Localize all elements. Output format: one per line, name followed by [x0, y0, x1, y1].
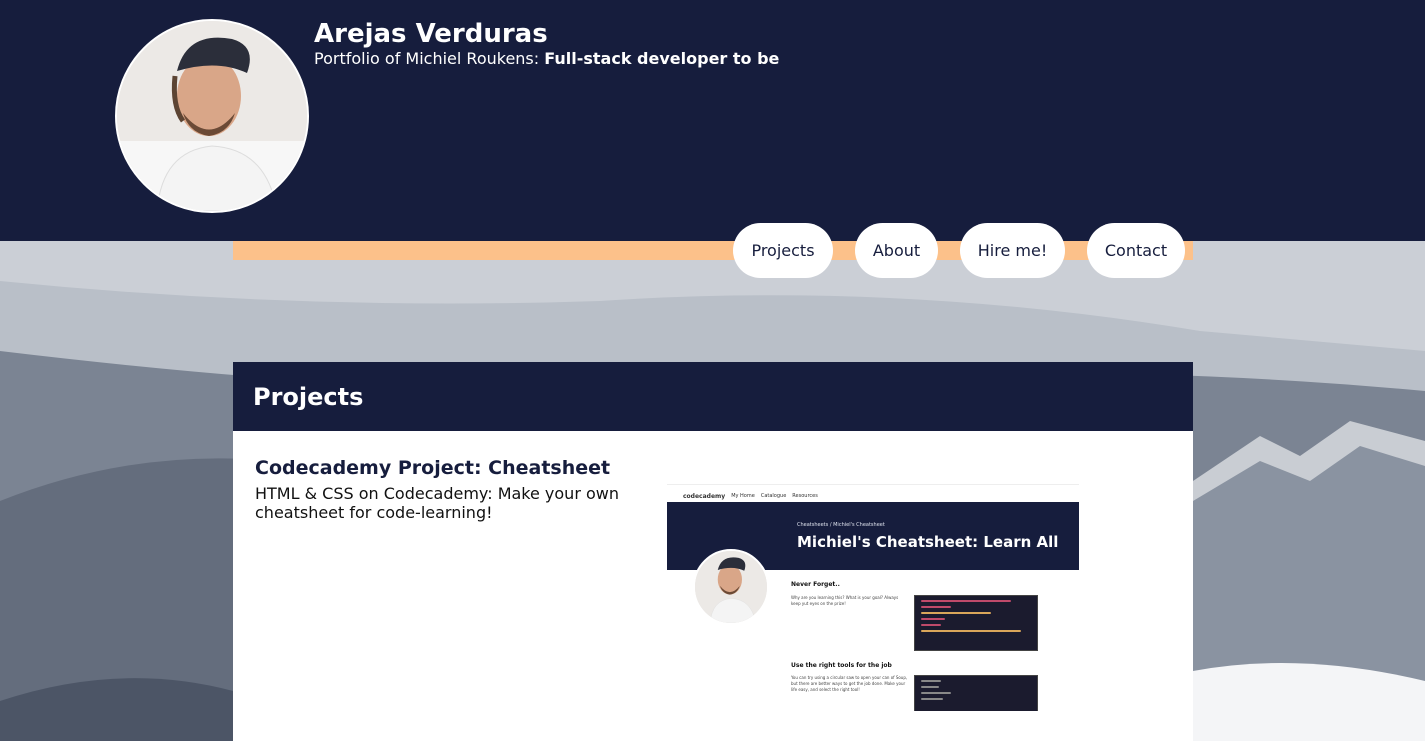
project-screenshot[interactable]: codecademy My Home Catalogue Resources C… — [667, 484, 1079, 711]
projects-section: Projects Codecademy Project: Cheatsheet … — [233, 362, 1193, 741]
screenshot-code-block — [914, 595, 1038, 651]
site-header: Arejas Verduras Portfolio of Michiel Rou… — [0, 0, 1425, 241]
nav-item-about[interactable]: About — [855, 223, 938, 278]
screenshot-code-block — [914, 675, 1038, 711]
screenshot-section-heading: Use the right tools for the job — [791, 662, 892, 669]
projects-header: Projects — [233, 362, 1193, 431]
main-nav: Projects About Hire me! Contact — [0, 223, 1425, 279]
profile-photo-icon — [117, 21, 307, 211]
site-title: Arejas Verduras — [314, 19, 548, 49]
screenshot-section-text: Why are you learning this? What is your … — [791, 595, 899, 606]
site-tagline: Portfolio of Michiel Roukens: Full-stack… — [314, 49, 779, 69]
tagline-role: Full-stack developer to be — [544, 49, 780, 68]
screenshot-nav-link: My Home — [731, 493, 755, 499]
projects-heading: Projects — [253, 382, 364, 411]
profile-avatar — [115, 19, 309, 213]
screenshot-section-text: You can try using a circular saw to open… — [791, 675, 908, 692]
screenshot-section-heading: Never Forget.. — [791, 581, 840, 588]
screenshot-title: Michiel's Cheatsheet: Learn All — [797, 533, 1059, 551]
screenshot-nav: codecademy My Home Catalogue Resources — [683, 491, 818, 501]
screenshot-nav-link: Resources — [792, 493, 818, 499]
nav-item-hire-me[interactable]: Hire me! — [960, 223, 1065, 278]
screenshot-avatar — [693, 549, 769, 625]
project-title[interactable]: Codecademy Project: Cheatsheet — [255, 456, 610, 480]
profile-photo-icon — [695, 551, 767, 623]
project-description: HTML & CSS on Codecademy: Make your own … — [255, 484, 619, 522]
screenshot-breadcrumb: Cheatsheets / Michiel's Cheatsheet — [797, 522, 885, 528]
nav-item-contact[interactable]: Contact — [1087, 223, 1185, 278]
screenshot-nav-link: Catalogue — [760, 493, 787, 499]
nav-item-projects[interactable]: Projects — [733, 223, 833, 278]
tagline-prefix: Portfolio of Michiel Roukens: — [314, 49, 545, 68]
screenshot-logo: codecademy — [683, 492, 726, 500]
